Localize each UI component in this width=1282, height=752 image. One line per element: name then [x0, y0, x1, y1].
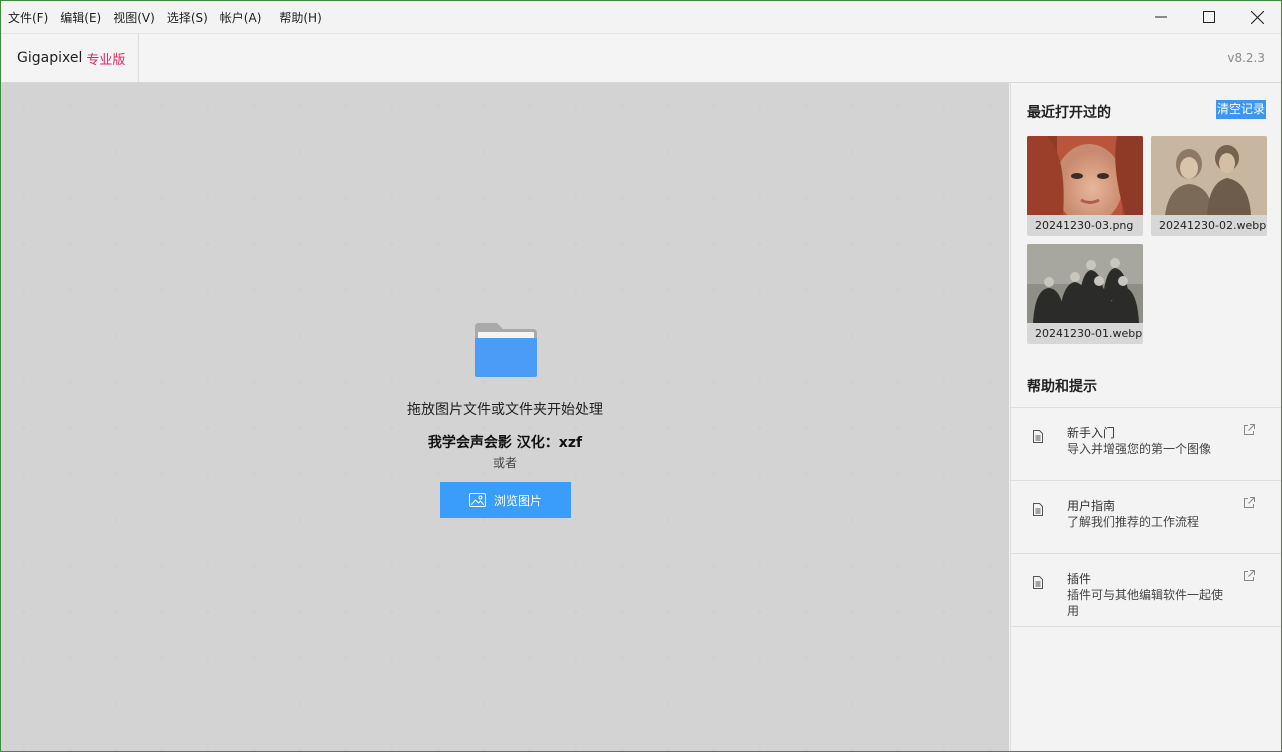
menu-select[interactable]: 选择(S): [161, 1, 214, 33]
external-link-icon: [1244, 424, 1255, 435]
recent-file-thumbnail[interactable]: 20241230-03.png: [1027, 136, 1143, 236]
menu-bar: 文件(F) 编辑(E) 视图(V) 选择(S) 帐户(A) 帮助(H): [1, 1, 1281, 33]
maximize-button[interactable]: [1185, 1, 1233, 33]
help-item-title: 插件: [1067, 572, 1092, 586]
help-item-description: 了解我们推荐的工作流程: [1067, 515, 1200, 529]
brand-edition: 专业版: [86, 52, 126, 68]
recent-file-thumbnail[interactable]: 20241230-01.webp: [1027, 244, 1143, 344]
external-link-icon: [1244, 497, 1255, 508]
menu-account[interactable]: 帐户(A): [214, 1, 268, 33]
app-window: 文件(F) 编辑(E) 视图(V) 选择(S) 帐户(A) 帮助(H) Giga…: [0, 0, 1282, 752]
thumbnail-image: [1027, 244, 1143, 323]
document-icon: [1033, 503, 1043, 516]
menu-edit[interactable]: 编辑(E): [54, 1, 107, 33]
brand-name: Gigapixel: [17, 50, 83, 66]
localization-credit: 我学会声会影 汉化：xzf: [427, 435, 583, 451]
maximize-icon: [1203, 11, 1215, 23]
menu-view[interactable]: 视图(V): [107, 1, 161, 33]
drop-zone[interactable]: 拖放图片文件或文件夹开始处理 我学会声会影 汉化：xzf 或者 浏览图片: [1, 83, 1009, 751]
browse-images-button[interactable]: 浏览图片: [440, 482, 571, 518]
help-item-getting-started[interactable]: 新手入门 导入并增强您的第一个图像: [1011, 407, 1281, 481]
document-icon: [1033, 576, 1043, 589]
thumbnail-image: [1151, 136, 1267, 215]
help-item-description: 插件可与其他编辑软件一起使用: [1067, 588, 1224, 618]
thumbnail-image: [1027, 136, 1143, 215]
brand: Gigapixel 专业版: [1, 34, 139, 82]
window-controls: [1137, 1, 1281, 33]
clear-history-button[interactable]: 清空记录: [1215, 100, 1266, 119]
recent-file-thumbnail[interactable]: 20241230-02.webp: [1151, 136, 1267, 236]
minimize-button[interactable]: [1137, 1, 1185, 33]
help-tips-title: 帮助和提示: [1027, 379, 1097, 395]
drop-instruction: 拖放图片文件或文件夹开始处理: [407, 402, 603, 418]
menu-help[interactable]: 帮助(H): [267, 1, 327, 33]
app-header: Gigapixel 专业版 v8.2.3: [1, 33, 1281, 83]
folder-icon: [475, 323, 537, 377]
thumbnail-filename: 20241230-02.webp: [1159, 219, 1267, 232]
external-link-icon: [1244, 570, 1255, 581]
close-icon: [1250, 10, 1264, 24]
thumbnail-filename: 20241230-01.webp: [1035, 327, 1143, 340]
document-icon: [1033, 430, 1043, 443]
minimize-icon: [1155, 16, 1167, 18]
version-label: v8.2.3: [1227, 51, 1265, 65]
help-item-plugins[interactable]: 插件 插件可与其他编辑软件一起使用: [1011, 553, 1281, 627]
thumbnail-filename: 20241230-03.png: [1035, 219, 1134, 232]
help-item-title: 用户指南: [1067, 499, 1116, 513]
right-sidebar: 最近打开过的 清空记录 20241230-03.png 20241230-02.…: [1010, 83, 1281, 751]
close-button[interactable]: [1233, 1, 1281, 33]
recent-files-title: 最近打开过的: [1027, 105, 1111, 121]
divider: [1011, 626, 1281, 627]
image-icon: [468, 493, 486, 507]
browse-images-label: 浏览图片: [493, 493, 542, 508]
or-separator: 或者: [492, 456, 517, 470]
help-item-title: 新手入门: [1067, 426, 1116, 440]
help-item-user-guide[interactable]: 用户指南 了解我们推荐的工作流程: [1011, 480, 1281, 554]
help-item-description: 导入并增强您的第一个图像: [1067, 442, 1212, 456]
menu-file[interactable]: 文件(F): [1, 1, 54, 33]
